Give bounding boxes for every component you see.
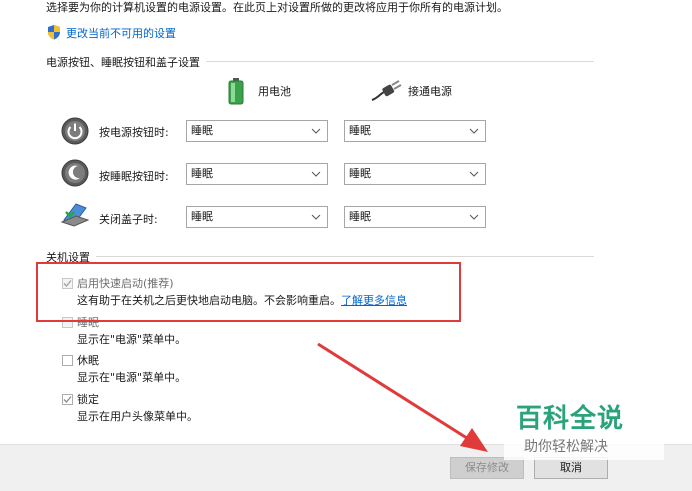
save-changes-button[interactable]: 保存修改	[450, 457, 524, 479]
uac-shield-icon	[48, 25, 60, 40]
chevron-down-icon	[311, 171, 321, 177]
red-arrow-annotation	[317, 342, 488, 452]
chevron-down-icon	[469, 214, 479, 220]
watermark-title: 百科全说	[516, 404, 625, 434]
close-lid-battery-select[interactable]: 睡眠	[186, 206, 328, 228]
power-section-title: 电源按钮、睡眠按钮和盖子设置	[46, 54, 206, 70]
lock-option-title: 锁定	[77, 393, 99, 406]
power-button-battery-value: 睡眠	[191, 124, 213, 137]
battery-icon	[228, 78, 244, 105]
power-button-label: 按电源按钮时:	[99, 126, 169, 139]
sleep-button-plugged-value: 睡眠	[349, 167, 371, 180]
intro-text: 选择要为你的计算机设置的电源设置。在此页上对设置所做的更改将应用于你所有的电源计…	[46, 1, 508, 14]
power-button-battery-select[interactable]: 睡眠	[186, 120, 328, 142]
power-button-plugged-value: 睡眠	[349, 124, 371, 137]
plugged-in-column-label: 接通电源	[408, 85, 452, 98]
change-unavailable-settings-link[interactable]: 更改当前不可用的设置	[66, 25, 176, 41]
chevron-down-icon	[469, 171, 479, 177]
power-button-icon	[61, 117, 89, 145]
shutdown-section-divider	[46, 256, 594, 257]
lock-option-desc: 显示在用户头像菜单中。	[77, 410, 198, 423]
close-lid-battery-value: 睡眠	[191, 210, 213, 223]
sleep-button-icon	[61, 159, 89, 187]
cancel-button[interactable]: 取消	[534, 457, 608, 479]
chevron-down-icon	[311, 128, 321, 134]
lock-checkbox[interactable]	[62, 394, 73, 405]
close-lid-plugged-value: 睡眠	[349, 210, 371, 223]
power-button-plugged-select[interactable]: 睡眠	[344, 120, 486, 142]
sleep-button-battery-select[interactable]: 睡眠	[186, 163, 328, 185]
sleep-button-plugged-select[interactable]: 睡眠	[344, 163, 486, 185]
hibernate-option-desc: 显示在"电源"菜单中。	[77, 371, 187, 384]
chevron-down-icon	[469, 128, 479, 134]
battery-column-label: 用电池	[258, 85, 291, 98]
hibernate-option-title: 休眠	[77, 354, 99, 367]
laptop-lid-icon	[60, 203, 90, 227]
highlight-box	[36, 262, 461, 322]
close-lid-plugged-select[interactable]: 睡眠	[344, 206, 486, 228]
hibernate-checkbox[interactable]	[62, 355, 73, 366]
power-plug-icon	[371, 80, 402, 101]
sleep-button-label: 按睡眠按钮时:	[99, 170, 169, 183]
checkmark-icon	[63, 396, 72, 403]
sleep-option-desc: 显示在"电源"菜单中。	[77, 333, 187, 346]
chevron-down-icon	[311, 214, 321, 220]
close-lid-label: 关闭盖子时:	[99, 213, 158, 226]
watermark-subtitle: 助你轻松解决	[524, 439, 608, 455]
sleep-button-battery-value: 睡眠	[191, 167, 213, 180]
